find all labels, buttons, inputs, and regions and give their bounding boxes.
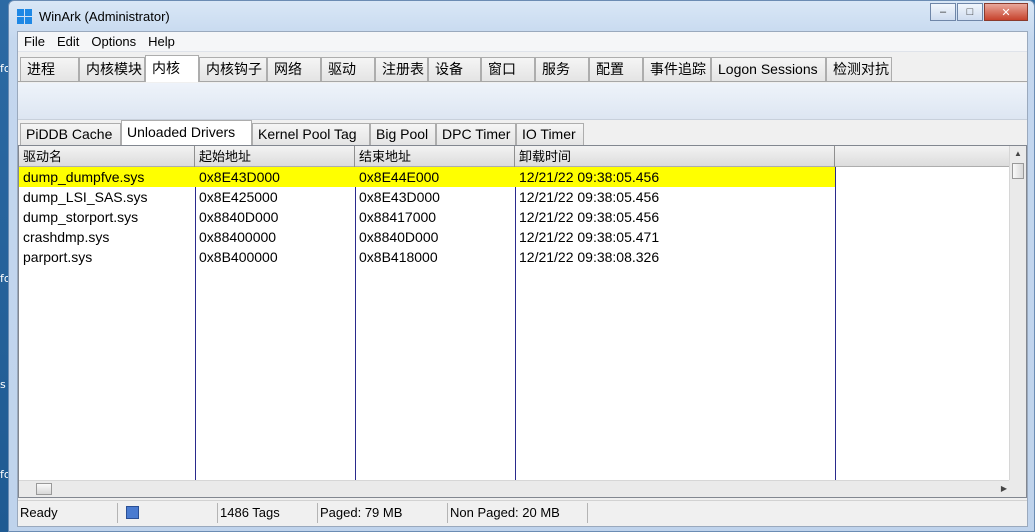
horizontal-scrollbar[interactable]: ▶ <box>19 480 1009 497</box>
column-header-end-address[interactable]: 结束地址 <box>355 146 515 167</box>
driver-name-cell: parport.sys <box>23 249 93 265</box>
tab-devices[interactable]: 设备 <box>428 57 481 81</box>
driver-name-cell: dump_storport.sys <box>23 209 139 225</box>
menu-options[interactable]: Options <box>91 34 144 49</box>
main-window: WinArk (Administrator) – □ ✕ File Edit O… <box>8 0 1035 532</box>
table-row[interactable]: dump_LSI_SAS.sys 0x8E425000 0x8E43D000 1… <box>19 187 835 207</box>
end-address-cell: 0x8B418000 <box>359 249 438 265</box>
menu-bar: File Edit Options Help <box>18 32 1027 52</box>
menu-help[interactable]: Help <box>148 34 183 49</box>
menu-file[interactable]: File <box>24 34 53 49</box>
menu-edit[interactable]: Edit <box>57 34 87 49</box>
unload-time-cell: 12/21/22 09:38:05.456 <box>519 209 660 225</box>
column-header-driver-name[interactable]: 驱动名 <box>19 146 195 167</box>
unloaded-drivers-list[interactable]: 驱动名 起始地址 结束地址 卸载时间 dump_dumpfve.sys 0x8E… <box>18 145 1027 498</box>
driver-name-cell: dump_dumpfve.sys <box>23 169 145 185</box>
tab-logon-sessions[interactable]: Logon Sessions <box>711 57 826 81</box>
tab-dpc-timer[interactable]: DPC Timer <box>436 123 516 145</box>
window-title: WinArk (Administrator) <box>39 9 170 24</box>
title-bar[interactable]: WinArk (Administrator) – □ ✕ <box>9 1 1034 31</box>
status-nonpaged-memory: Non Paged: 20 MB <box>448 502 588 523</box>
table-row[interactable]: dump_dumpfve.sys 0x8E43D000 0x8E44E000 1… <box>19 167 835 187</box>
tab-registry[interactable]: 注册表 <box>375 57 428 81</box>
tab-drivers[interactable]: 驱动 <box>321 57 375 81</box>
tab-services[interactable]: 服务 <box>535 57 589 81</box>
driver-name-cell: dump_LSI_SAS.sys <box>23 189 148 205</box>
column-divider <box>835 167 836 480</box>
vertical-scrollbar[interactable]: ▲ <box>1009 146 1026 480</box>
list-rows: dump_dumpfve.sys 0x8E43D000 0x8E44E000 1… <box>19 167 835 267</box>
unload-time-cell: 12/21/22 09:38:08.326 <box>519 249 660 265</box>
status-bar: Ready 1486 Tags Paged: 79 MB Non Paged: … <box>18 500 1027 524</box>
tab-windows[interactable]: 窗口 <box>481 57 535 81</box>
tab-kernel-pool-tag[interactable]: Kernel Pool Tag <box>252 123 370 145</box>
tab-big-pool[interactable]: Big Pool <box>370 123 436 145</box>
tab-process[interactable]: 进程 <box>20 57 79 81</box>
table-row[interactable]: dump_storport.sys 0x8840D000 0x88417000 … <box>19 207 835 227</box>
status-paged-memory: Paged: 79 MB <box>318 502 448 523</box>
main-tab-strip: 进程 内核模块 内核 内核钩子 网络 驱动 注册表 设备 窗口 服务 配置 事件… <box>18 54 1027 82</box>
tab-kernel-modules[interactable]: 内核模块 <box>79 57 145 81</box>
list-header: 驱动名 起始地址 结束地址 卸载时间 <box>19 146 1026 167</box>
end-address-cell: 0x8840D000 <box>359 229 439 245</box>
horizontal-scroll-thumb[interactable] <box>36 483 52 495</box>
client-area: File Edit Options Help 进程 内核模块 内核 内核钩子 网… <box>17 31 1028 527</box>
status-square-icon <box>126 505 139 519</box>
end-address-cell: 0x8E44E000 <box>359 169 440 185</box>
start-address-cell: 0x8E43D000 <box>199 169 280 185</box>
table-row[interactable]: parport.sys 0x8B400000 0x8B418000 12/21/… <box>19 247 835 267</box>
start-address-cell: 0x88400000 <box>199 229 277 245</box>
end-address-cell: 0x8E43D000 <box>359 189 440 205</box>
scrollbar-corner <box>1009 480 1026 497</box>
tab-kernel-hooks[interactable]: 内核钩子 <box>199 57 267 81</box>
maximize-button[interactable]: □ <box>957 3 983 21</box>
vertical-scroll-thumb[interactable] <box>1012 163 1024 179</box>
status-tag-count: 1486 Tags <box>218 502 318 523</box>
driver-name-cell: crashdmp.sys <box>23 229 110 245</box>
end-address-cell: 0x88417000 <box>359 209 437 225</box>
tab-kernel[interactable]: 内核 <box>145 55 199 82</box>
winark-app-icon <box>17 9 33 25</box>
tab-anti-detection[interactable]: 检测对抗 <box>826 57 892 81</box>
desktop-icon-label: s <box>0 378 6 391</box>
status-indicator <box>118 502 218 523</box>
unload-time-cell: 12/21/22 09:38:05.456 <box>519 189 660 205</box>
toolbar-area <box>18 83 1027 120</box>
unload-time-cell: 12/21/22 09:38:05.471 <box>519 229 660 245</box>
tab-event-tracing[interactable]: 事件追踪 <box>643 57 711 81</box>
minimize-button[interactable]: – <box>930 3 956 21</box>
unload-time-cell: 12/21/22 09:38:05.456 <box>519 169 660 185</box>
status-ready: Ready <box>18 502 118 523</box>
tab-io-timer[interactable]: IO Timer <box>516 123 584 145</box>
scroll-right-arrow-icon[interactable]: ▶ <box>1001 481 1007 497</box>
start-address-cell: 0x8E425000 <box>199 189 278 205</box>
tab-config[interactable]: 配置 <box>589 57 643 81</box>
column-header-start-address[interactable]: 起始地址 <box>195 146 355 167</box>
scroll-up-arrow-icon[interactable]: ▲ <box>1010 146 1026 162</box>
close-button[interactable]: ✕ <box>984 3 1028 21</box>
start-address-cell: 0x8840D000 <box>199 209 279 225</box>
tab-piddb-cache[interactable]: PiDDB Cache <box>20 123 121 145</box>
table-row[interactable]: crashdmp.sys 0x88400000 0x8840D000 12/21… <box>19 227 835 247</box>
column-header-unload-time[interactable]: 卸载时间 <box>515 146 835 167</box>
tab-unloaded-drivers[interactable]: Unloaded Drivers <box>121 120 252 145</box>
kernel-sub-tab-strip: PiDDB Cache Unloaded Drivers Kernel Pool… <box>18 120 1027 145</box>
tab-network[interactable]: 网络 <box>267 57 321 81</box>
start-address-cell: 0x8B400000 <box>199 249 278 265</box>
